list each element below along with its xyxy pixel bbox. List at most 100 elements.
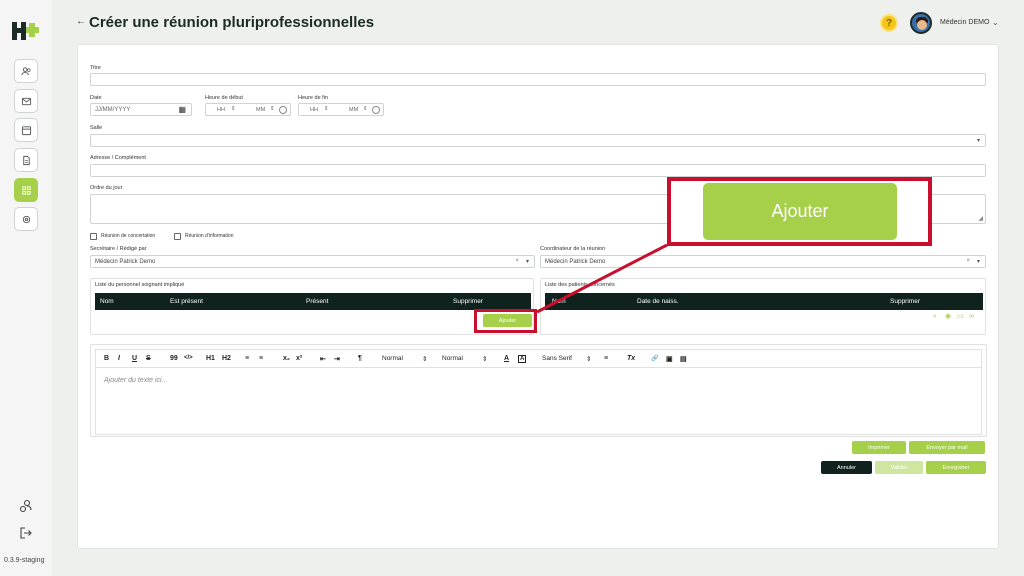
chevron-down-icon: ▾ (976, 259, 980, 265)
heure-debut-input[interactable]: HH ⇕ MM ⇕ (205, 103, 291, 116)
highlight-box (474, 309, 537, 333)
logout-button[interactable] (18, 525, 34, 541)
print-button[interactable]: Imprimer (852, 441, 906, 454)
meeting-form-card: Titre Date JJ/MM/YYYY ▦ Heure de début H… (77, 44, 999, 549)
clear-icon[interactable]: × (515, 258, 519, 264)
document-icon (22, 155, 30, 165)
patients-panel: Liste des patients concernés Nom Date de… (540, 278, 986, 335)
link-icon[interactable]: ∞ (969, 313, 976, 320)
stepper-icon[interactable]: ⇕ (324, 106, 329, 112)
sidebar-item-documents[interactable] (14, 148, 38, 172)
stepper-icon[interactable]: ⇕ (231, 106, 236, 112)
column-header: Nom (100, 298, 114, 305)
chevron-updown-icon[interactable]: ⇕ (482, 355, 487, 363)
eye-icon[interactable]: ◉ (945, 313, 952, 320)
sidebar-item-meetings[interactable] (14, 178, 38, 202)
video-button[interactable]: ▤ (680, 355, 687, 363)
outdent-button[interactable]: ⇤ (320, 355, 326, 363)
chevron-down-icon[interactable]: ⌄ (992, 18, 999, 27)
clock-icon[interactable] (279, 106, 287, 114)
hour-part: HH (310, 107, 318, 113)
heading2-button[interactable]: H2 (222, 355, 231, 362)
editor-toolbar: B I U S 99 </> H1 H2 ≡ ≡ x₂ x² ⇤ ⇥ ¶ Nor… (95, 349, 982, 367)
size-select[interactable]: Normal (382, 355, 403, 362)
patients-title: Liste des patients concernés (545, 282, 615, 288)
stepper-icon[interactable]: ⇕ (363, 106, 368, 112)
titre-input[interactable] (90, 73, 986, 86)
sidebar: 0.3.9-staging (0, 0, 52, 576)
link-button[interactable]: 🔗 (651, 355, 658, 362)
background-color-button[interactable]: A (518, 355, 527, 363)
align-button[interactable]: ≡ (604, 355, 608, 362)
font-select[interactable]: Sans Serif (542, 355, 572, 362)
minute-part: MM (349, 107, 359, 113)
chevron-updown-icon[interactable]: ⇕ (422, 355, 427, 363)
heure-fin-input[interactable]: HH ⇕ MM ⇕ (298, 103, 384, 116)
superscript-button[interactable]: x² (296, 355, 302, 362)
editor-content[interactable]: Ajouter du texte ici... (95, 367, 982, 435)
sidebar-item-settings[interactable] (14, 207, 38, 231)
direction-button[interactable]: ¶ (358, 355, 362, 362)
bold-button[interactable]: B (104, 355, 109, 362)
blockquote-button[interactable]: 99 (170, 355, 178, 362)
page-title: Créer une réunion pluriprofessionnelles (89, 14, 375, 31)
text-color-button[interactable]: A (504, 355, 509, 362)
coordinateur-label: Coordinateur de la réunion (540, 246, 606, 252)
information-checkbox[interactable] (174, 233, 181, 240)
salle-label: Salle (90, 125, 103, 131)
back-arrow-icon[interactable]: ← (76, 16, 86, 27)
clear-format-button[interactable]: Tx (627, 355, 635, 362)
date-input[interactable]: JJ/MM/YYYY ▦ (90, 103, 192, 116)
column-header: Présent (306, 298, 329, 305)
stepper-icon[interactable]: ⇕ (270, 106, 275, 112)
adresse-input[interactable] (90, 164, 986, 177)
concertation-checkbox[interactable] (90, 233, 97, 240)
document-icon[interactable]: ▭ (957, 313, 964, 320)
concertation-label: Réunion de concertation (101, 233, 156, 239)
underline-button[interactable]: U (132, 355, 137, 362)
code-button[interactable]: </> (184, 355, 193, 361)
patients-table-header: Nom Date de naiss. Supprimer (545, 293, 983, 310)
rich-text-editor: B I U S 99 </> H1 H2 ≡ ≡ x₂ x² ⇤ ⇥ ¶ Nor… (90, 344, 987, 437)
cancel-button[interactable]: Annuler (821, 461, 872, 474)
secretaire-select[interactable]: Médecin Patrick Demo × ▾ (90, 255, 535, 268)
sidebar-item-calendar[interactable] (14, 118, 38, 142)
logout-icon (20, 527, 32, 539)
column-header: Est présent (170, 298, 203, 305)
bullet-list-button[interactable]: ≡ (259, 355, 263, 362)
salle-select[interactable]: ▾ (90, 134, 986, 147)
settings-icon (22, 215, 30, 223)
account-settings-button[interactable] (18, 498, 34, 514)
ordered-list-button[interactable]: ≡ (245, 355, 249, 362)
send-mail-button[interactable]: Envoyer par mail (909, 441, 985, 454)
clear-icon[interactable]: × (966, 258, 970, 264)
clock-icon[interactable] (372, 106, 380, 114)
avatar[interactable] (910, 12, 932, 34)
coordinateur-select[interactable]: Médecin Patrick Demo × ▾ (540, 255, 986, 268)
header-select[interactable]: Normal (442, 355, 463, 362)
subscript-button[interactable]: x₂ (283, 355, 290, 362)
help-button[interactable]: ? (880, 14, 898, 32)
user-name[interactable]: Médecin DEMO (940, 19, 989, 26)
heading1-button[interactable]: H1 (206, 355, 215, 362)
calendar-picker-icon[interactable]: ▦ (178, 105, 186, 114)
help-icon: ? (885, 17, 893, 29)
information-label: Réunion d'information (185, 233, 234, 239)
italic-button[interactable]: I (118, 355, 120, 362)
mail-icon (21, 97, 31, 105)
sidebar-item-messages[interactable] (14, 89, 38, 113)
column-header: Supprimer (453, 298, 483, 305)
sidebar-item-users[interactable] (14, 59, 38, 83)
calendar-icon (21, 125, 31, 135)
adresse-label: Adresse / Complément (90, 155, 146, 161)
image-button[interactable]: ▣ (666, 355, 673, 363)
validate-button[interactable]: Valider (875, 461, 923, 474)
search-icon[interactable]: ⌕ (933, 313, 940, 320)
indent-button[interactable]: ⇥ (334, 355, 340, 363)
resize-handle-icon[interactable]: ◢ (978, 215, 983, 222)
chevron-updown-icon[interactable]: ⇕ (586, 355, 591, 363)
secretaire-value: Médecin Patrick Demo (95, 258, 156, 265)
save-button[interactable]: Enregistrer (926, 461, 986, 474)
strike-button[interactable]: S (146, 355, 151, 362)
ordre-label: Ordre du jour (90, 185, 123, 191)
